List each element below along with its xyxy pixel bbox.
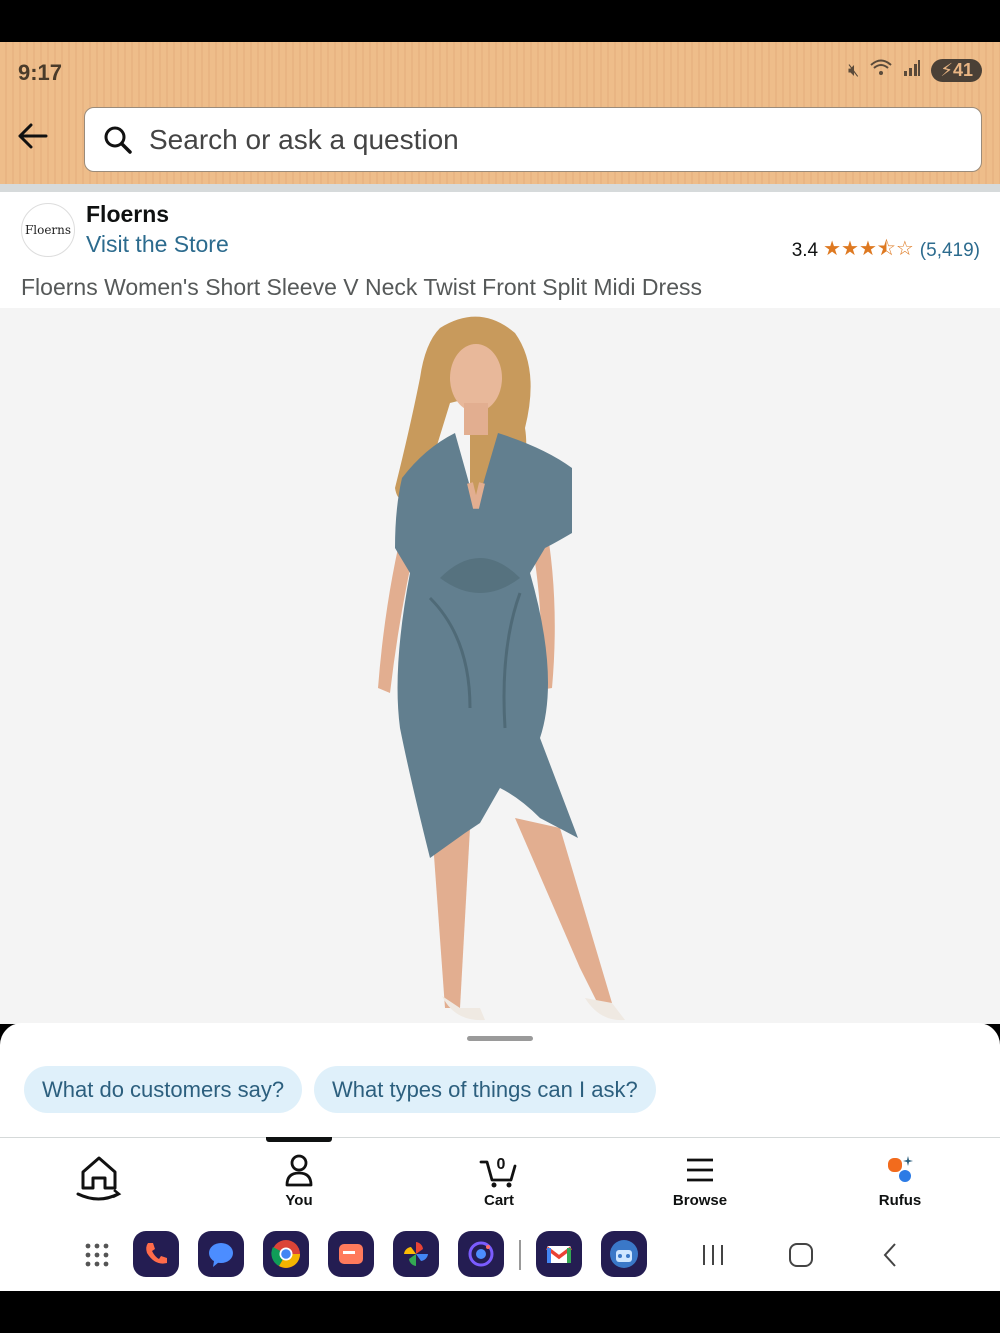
nav-active-indicator — [266, 1137, 332, 1142]
nav-browse[interactable]: Browse — [640, 1152, 760, 1209]
sheet-drag-handle[interactable] — [467, 1036, 533, 1041]
nav-rufus[interactable]: Rufus — [840, 1152, 960, 1209]
game-app-icon[interactable] — [601, 1231, 647, 1277]
battery-indicator: ⚡41 — [931, 59, 982, 82]
camera-app-icon[interactable] — [458, 1231, 504, 1277]
photos-app-icon[interactable] — [393, 1231, 439, 1277]
battery-level: 41 — [952, 60, 973, 80]
nav-cart[interactable]: 0 Cart — [439, 1152, 559, 1209]
menu-icon — [687, 1158, 713, 1182]
rufus-icon — [888, 1156, 913, 1182]
person-icon — [285, 1154, 313, 1187]
brand-name: Floerns — [86, 201, 170, 227]
nav-browse-label: Browse — [672, 1192, 728, 1209]
nav-you[interactable]: You — [239, 1152, 359, 1209]
mute-icon: 🔇︎ — [847, 60, 860, 80]
home-button[interactable] — [788, 1242, 814, 1273]
nav-cart-label: Cart — [483, 1192, 514, 1209]
chrome-app-icon[interactable] — [263, 1231, 309, 1277]
home-icon — [76, 1156, 122, 1201]
dock-separator — [519, 1240, 521, 1270]
phone-screen: 9:17 🔇︎ ⚡41 Search or ask a question Flo… — [0, 0, 1000, 1333]
chevron-left-icon — [883, 1243, 896, 1267]
notes-app-icon[interactable] — [328, 1231, 374, 1277]
recents-button[interactable] — [700, 1242, 726, 1273]
device-bezel — [0, 1291, 1000, 1333]
phone-app-icon[interactable] — [133, 1231, 179, 1277]
header-divider — [0, 184, 1000, 192]
search-placeholder: Search or ask a question — [149, 123, 459, 155]
status-icons: 🔇︎ ⚡41 — [848, 58, 982, 83]
chip-customers-say[interactable]: What do customers say? — [24, 1066, 303, 1113]
status-time: 9:17 — [18, 60, 63, 85]
wifi-icon — [869, 58, 893, 83]
rating-summary[interactable]: 3.4 ★★★⯪☆ (5,419) — [792, 234, 980, 268]
review-count[interactable]: (5,419) — [920, 240, 980, 262]
brand-logo-text: Floerns — [24, 223, 72, 237]
arrow-left-icon — [18, 123, 48, 149]
star-rating-icon: ★★★⯪☆ — [823, 238, 914, 260]
system-back-button[interactable] — [878, 1242, 904, 1273]
product-image[interactable] — [0, 308, 1000, 1024]
messages-app-icon[interactable] — [198, 1231, 244, 1277]
product-title: Floerns Women's Short Sleeve V Neck Twis… — [21, 274, 702, 300]
recents-icon — [703, 1245, 723, 1265]
visit-store-link[interactable]: Visit the Store — [86, 231, 229, 258]
nav-home[interactable] — [39, 1152, 159, 1204]
brand-logo[interactable]: Floerns — [21, 203, 75, 257]
cart-count: 0 — [497, 1156, 506, 1173]
rating-value: 3.4 — [791, 240, 819, 261]
chip-what-can-i-ask[interactable]: What types of things can I ask? — [314, 1066, 656, 1113]
back-button[interactable] — [16, 116, 52, 156]
search-icon — [104, 126, 132, 154]
dress-model-illustration — [378, 316, 625, 1021]
app-drawer-icon[interactable] — [84, 1242, 110, 1273]
cart-icon: 0 — [479, 1156, 517, 1188]
signal-icon — [903, 59, 921, 82]
search-input[interactable]: Search or ask a question — [84, 107, 982, 172]
nav-you-label: You — [285, 1192, 313, 1209]
home-circle-icon — [789, 1243, 813, 1267]
nav-rufus-label: Rufus — [878, 1192, 922, 1209]
gmail-app-icon[interactable] — [536, 1231, 582, 1277]
